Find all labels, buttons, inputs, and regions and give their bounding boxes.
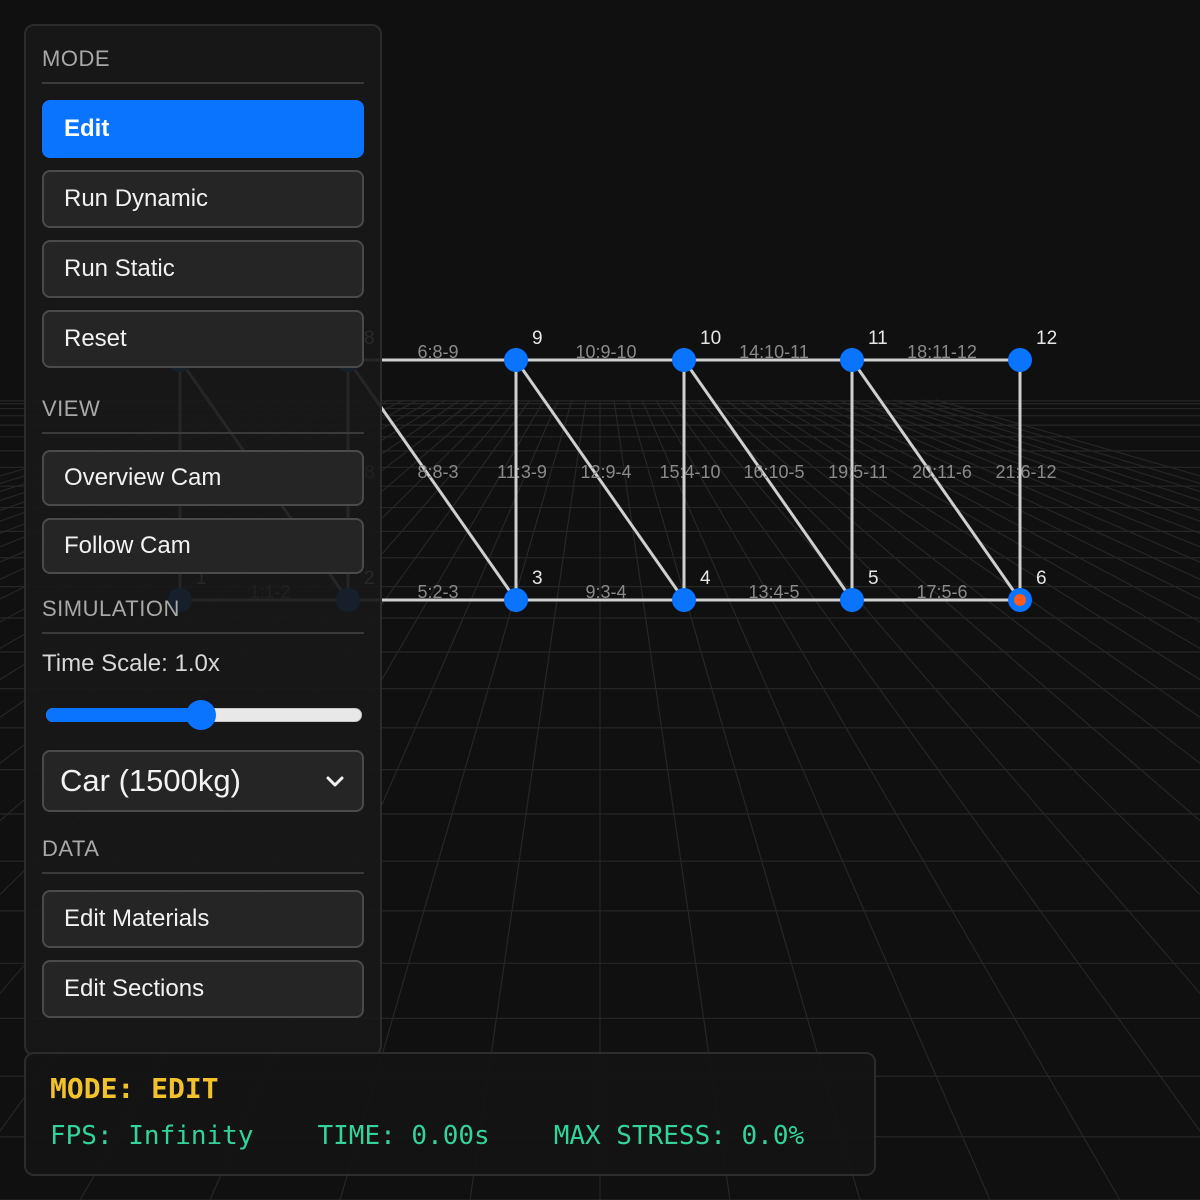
- member-label: 9:3-4: [585, 582, 626, 602]
- node-label: 9: [532, 328, 543, 349]
- member-label: 10:9-10: [575, 342, 636, 362]
- node-label: 5: [868, 568, 879, 589]
- run-static-button[interactable]: Run Static: [42, 240, 364, 298]
- member-label: 18:11-12: [907, 342, 977, 362]
- truss-node[interactable]: [504, 348, 528, 372]
- member-label: 19:5-11: [828, 462, 888, 482]
- data-section-title: DATA: [42, 836, 364, 874]
- member-label: 5:2-3: [417, 582, 458, 602]
- member-label: 14:10-11: [739, 342, 809, 362]
- status-mode: MODE: EDIT: [50, 1072, 219, 1105]
- truss-node[interactable]: [672, 348, 696, 372]
- run-dynamic-button[interactable]: Run Dynamic: [42, 170, 364, 228]
- vehicle-select[interactable]: Car (1500kg): [42, 750, 364, 812]
- truss-node[interactable]: [840, 348, 864, 372]
- status-max-stress: MAX STRESS: 0.0%: [553, 1121, 805, 1151]
- node-label: 12: [1036, 328, 1057, 349]
- member-label: 11:3-9: [497, 462, 547, 482]
- member-label: 15:4-10: [659, 462, 720, 482]
- slider-thumb[interactable]: [185, 700, 216, 730]
- member-label: 20:11-6: [912, 462, 972, 482]
- member-label: 12:9-4: [580, 462, 631, 482]
- vehicle-select-value: Car (1500kg): [60, 763, 241, 798]
- chevron-down-icon: [326, 776, 344, 787]
- status-fps: FPS: Infinity: [50, 1121, 254, 1151]
- time-scale-label: Time Scale: 1.0x: [42, 650, 220, 677]
- support-marker: [1014, 594, 1026, 606]
- status-bar: MODE: EDIT FPS: Infinity TIME: 0.00s MAX…: [24, 1052, 876, 1176]
- simulation-section-title: SIMULATION: [42, 596, 364, 634]
- member-label: 16:10-5: [743, 462, 804, 482]
- grid-line: [907, 399, 1200, 493]
- member-label: 6:8-9: [417, 342, 458, 362]
- grid-line: [893, 399, 1200, 502]
- follow-cam-button[interactable]: Follow Cam: [42, 518, 364, 574]
- edit-sections-button[interactable]: Edit Sections: [42, 960, 364, 1018]
- grid-line: [823, 399, 1200, 563]
- slider-fill: [46, 708, 201, 722]
- node-label: 6: [1036, 568, 1047, 589]
- time-scale-slider[interactable]: [42, 700, 362, 730]
- grid-line: [865, 399, 1200, 522]
- overview-cam-button[interactable]: Overview Cam: [42, 450, 364, 506]
- node-label: 4: [700, 568, 711, 589]
- edit-button[interactable]: Edit: [42, 100, 364, 158]
- truss-node[interactable]: [504, 588, 528, 612]
- status-time: TIME: 0.00s: [317, 1121, 490, 1151]
- truss-node[interactable]: [1008, 348, 1032, 372]
- edit-materials-button[interactable]: Edit Materials: [42, 890, 364, 948]
- member-label: 17:5-6: [916, 582, 967, 602]
- control-panel: MODE Edit Run Dynamic Run Static Reset V…: [24, 24, 382, 1056]
- member-label: 8:8-3: [417, 462, 458, 482]
- node-label: 10: [700, 328, 721, 349]
- truss-node[interactable]: [672, 588, 696, 612]
- node-label: 11: [868, 328, 888, 349]
- grid-line: [851, 399, 1200, 534]
- truss-node[interactable]: [840, 588, 864, 612]
- mode-section-title: MODE: [42, 46, 364, 84]
- member-label: 13:4-5: [748, 582, 799, 602]
- view-section-title: VIEW: [42, 396, 364, 434]
- member-label: 21:6-12: [995, 462, 1056, 482]
- node-label: 3: [532, 568, 543, 589]
- reset-button[interactable]: Reset: [42, 310, 364, 368]
